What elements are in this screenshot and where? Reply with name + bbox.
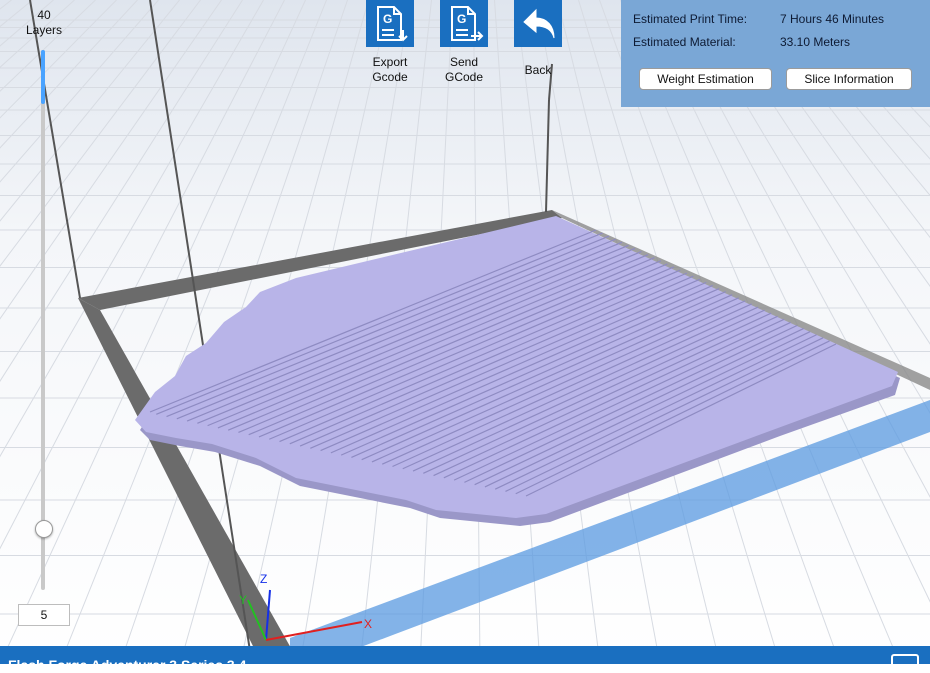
layer-slider-thumb[interactable] [35, 520, 53, 538]
layer-count-label: Layers [18, 23, 70, 38]
current-layer-input[interactable]: 5 [18, 604, 70, 626]
slice-info-panel: Estimated Print Time: 7 Hours 46 Minutes… [621, 0, 930, 107]
weight-estimation-button[interactable]: Weight Estimation [639, 68, 772, 90]
axis-x-label: X [364, 617, 372, 631]
slice-information-button[interactable]: Slice Information [786, 68, 912, 90]
send-gcode-label: Send GCode [431, 55, 497, 85]
material-value: 33.10 Meters [780, 35, 850, 49]
material-label: Estimated Material: [633, 35, 736, 49]
layer-count-value: 40 [18, 8, 70, 23]
export-gcode-label: Export Gcode [357, 55, 423, 85]
svg-text:G: G [457, 12, 466, 26]
print-time-label: Estimated Print Time: [633, 12, 747, 26]
status-bar: Flash Forge Adventurer 3 Series 3.4 [0, 646, 930, 664]
axis-z-label: Z [260, 572, 267, 586]
axis-y-label: Y [239, 593, 247, 607]
export-gcode-button[interactable]: G Export Gcode [357, 0, 423, 85]
print-time-value: 7 Hours 46 Minutes [780, 12, 884, 26]
back-arrow-icon [514, 0, 562, 47]
gcode-send-icon: G [440, 0, 488, 47]
layer-slider-fill [41, 50, 45, 104]
status-bar-text: Flash Forge Adventurer 3 Series 3.4 [8, 657, 246, 673]
layer-count: 40 Layers [18, 8, 70, 38]
svg-text:G: G [383, 12, 392, 26]
layer-slider-track[interactable] [41, 50, 45, 590]
back-label: Back [505, 63, 571, 78]
gcode-export-icon: G [366, 0, 414, 47]
back-button[interactable]: Back [505, 0, 571, 78]
send-gcode-button[interactable]: G Send GCode [431, 0, 497, 85]
status-bar-icon[interactable] [891, 654, 919, 672]
